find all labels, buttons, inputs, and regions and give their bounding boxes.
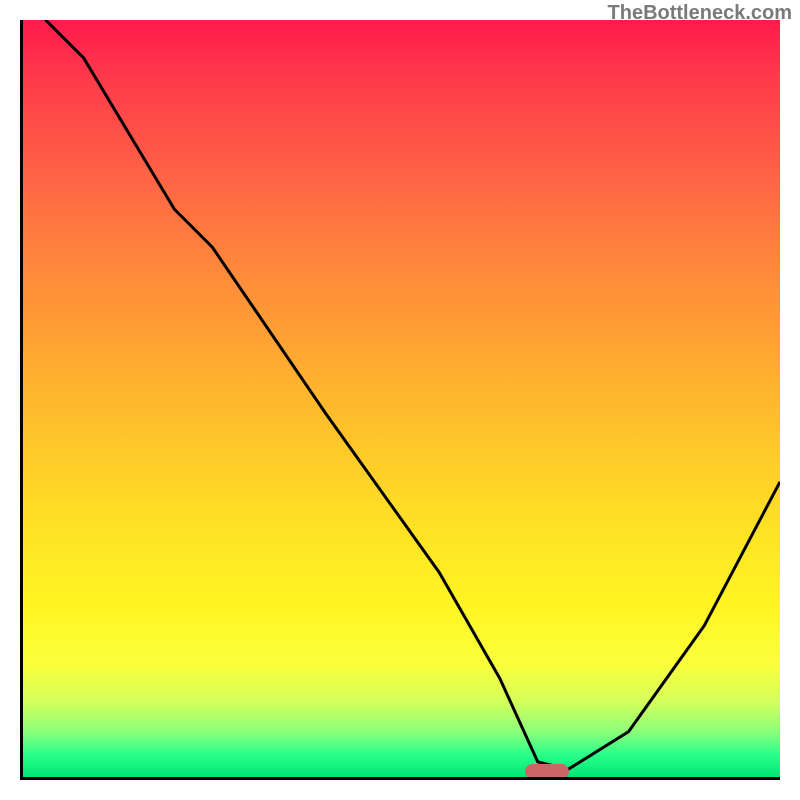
bottleneck-curve bbox=[23, 20, 780, 777]
plot-area bbox=[20, 20, 780, 780]
optimal-marker bbox=[525, 764, 569, 779]
watermark-text: TheBottleneck.com bbox=[608, 2, 792, 25]
